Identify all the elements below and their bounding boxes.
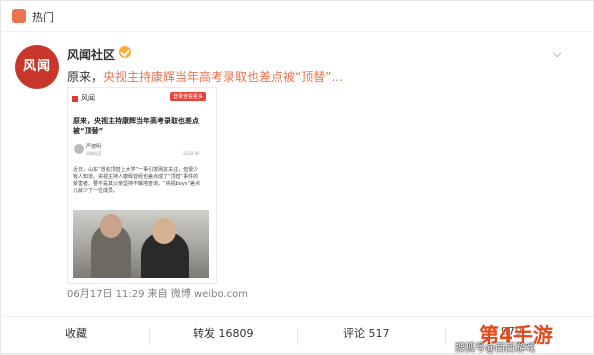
article-card[interactable]: 风闻 登录查看更多 原来，央视主持康辉当年高考录取也差点被“顶替” 严德明 风闻… bbox=[67, 87, 217, 284]
post-text-prefix: 原来， bbox=[67, 70, 104, 84]
post-time[interactable]: 06月17日 11:29 bbox=[67, 289, 144, 300]
fire-icon bbox=[12, 9, 26, 23]
hot-section-header: 热门 bbox=[1, 1, 593, 32]
weibo-post-card: 热门 风闻 风闻社区 ⌵ 原来，央视主持康辉当年高考录取也差点被“顶替”... … bbox=[0, 0, 594, 354]
verified-icon bbox=[119, 46, 131, 58]
watermark-source: 搜狐号@西西游戏 bbox=[455, 343, 535, 354]
author-name[interactable]: 风闻社区 bbox=[67, 46, 115, 63]
article-author: 严德明 bbox=[86, 144, 102, 150]
comment-button[interactable]: 评论 517 bbox=[343, 325, 390, 341]
article-body: 近日，山东“冒名顶替上大学”一事引发网友关注，但很少有人知道，央视主持人康辉曾经… bbox=[73, 167, 200, 194]
article-brand: 风闻 bbox=[81, 94, 95, 102]
chevron-down-icon[interactable]: ⌵ bbox=[553, 47, 561, 61]
article-date: 2020-06 bbox=[183, 151, 200, 156]
post-meta: 06月17日 11:29 来自 微博 weibo.com bbox=[67, 285, 248, 300]
repost-button[interactable]: 转发 16809 bbox=[193, 325, 254, 341]
post-source[interactable]: 来自 微博 weibo.com bbox=[148, 289, 248, 300]
post-text: 原来，央视主持康辉当年高考录取也差点被“顶替”... bbox=[67, 68, 343, 85]
article-title: 原来，央视主持康辉当年高考录取也差点被“顶替” bbox=[73, 117, 199, 135]
avatar-logo-text: 风闻 bbox=[22, 59, 51, 74]
action-divider bbox=[149, 329, 150, 345]
hot-label: 热门 bbox=[32, 11, 54, 24]
favorite-button[interactable]: 收藏 bbox=[65, 325, 87, 341]
action-divider bbox=[445, 329, 446, 345]
photo-head-left bbox=[100, 214, 122, 238]
article-meta: 风闻社区 bbox=[86, 151, 102, 156]
article-photo bbox=[73, 210, 209, 278]
article-login-button[interactable]: 登录查看更多 bbox=[170, 92, 207, 101]
post-article-link[interactable]: 央视主持康辉当年高考录取也差点被“顶替”... bbox=[103, 70, 343, 84]
article-author-avatar bbox=[74, 144, 84, 154]
brand-logo-icon bbox=[72, 96, 78, 102]
author-avatar[interactable]: 风闻 bbox=[15, 45, 59, 89]
photo-head-right bbox=[152, 218, 176, 244]
action-divider bbox=[297, 329, 298, 345]
